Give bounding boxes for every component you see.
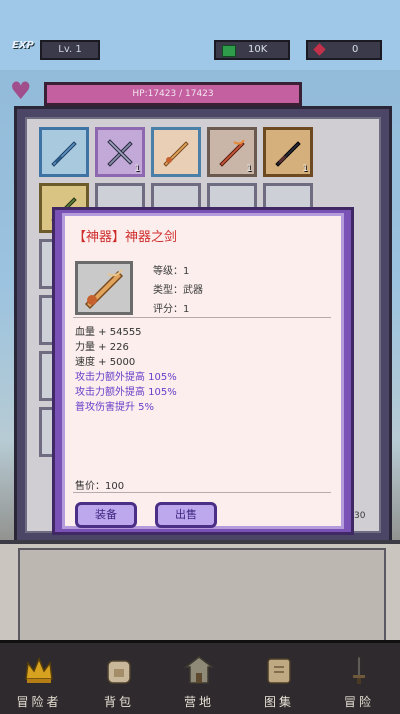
gem-display: 0 [306,40,382,60]
bottom-shelf [0,540,400,644]
hp-bar: HP:17423 / 17423 [44,82,302,106]
inventory-slot[interactable]: 1 [263,127,313,177]
crown-icon [25,657,53,683]
nav-label: 冒险者 [16,695,62,709]
item-title: 【神器】神器之剑 [73,230,178,245]
dark-sword-icon [275,141,301,167]
slot-count: 1 [134,164,140,174]
slot-count: 1 [246,164,252,174]
attribute-hp: 血量 + 54555 [75,327,142,338]
attribute-strength: 力量 + 226 [75,342,129,353]
artifact-sword-icon [163,141,189,167]
inventory-slot[interactable] [39,127,89,177]
item-type: 类型：武器 [153,285,203,296]
sword-icon [353,656,365,684]
sell-button[interactable]: 出售 [155,502,217,528]
ruby-icon [313,43,326,56]
money-value: 10K [248,44,268,55]
inventory-slot-selected[interactable] [151,127,201,177]
item-score: 评分：1 [153,304,190,315]
item-level: 等级：1 [153,266,190,277]
capacity-count: 30 [354,511,366,521]
exp-label: EXP [12,40,34,51]
level-display: Lv. 1 [40,40,100,60]
special-attribute: 普攻伤害提升 5% [75,402,155,413]
nav-camp[interactable]: 营地 [160,643,238,714]
bottom-nav: 冒险者 背包 营地 图集 冒险 [0,640,400,714]
book-icon [267,658,291,684]
backpack-icon [107,660,131,684]
equip-button[interactable]: 装备 [75,502,137,528]
item-detail-dialog: 【神器】神器之剑 等级：1 类型：武器 评分：1 血量 + 54555 力量 +… [62,213,344,529]
special-attribute: 攻击力额外提高 105% [75,387,177,398]
nav-atlas[interactable]: 图集 [240,643,318,714]
divider [73,317,331,318]
nav-label: 图集 [263,695,294,709]
shelf-area [18,548,386,644]
dual-swords-icon [107,139,133,167]
artifact-sword-icon [84,269,124,310]
sell-price: 售价：100 [75,481,125,492]
nav-label: 营地 [183,695,214,709]
inventory-slot[interactable]: 1 [207,127,257,177]
item-preview [75,261,133,315]
nav-label: 冒险 [343,695,374,709]
money-display: 10K [214,40,290,60]
nav-adventurer[interactable]: 冒险者 [0,643,78,714]
camp-icon [183,656,215,684]
nav-backpack[interactable]: 背包 [80,643,158,714]
slot-count: 1 [302,164,308,174]
attribute-speed: 速度 + 5000 [75,357,136,368]
special-attribute: 攻击力额外提高 105% [75,372,177,383]
divider [73,492,331,493]
heart-icon: ♥ [10,77,32,105]
inventory-slot[interactable]: 1 [95,127,145,177]
cash-icon [222,45,236,57]
gem-value: 0 [352,44,359,55]
ice-sword-icon [51,141,77,167]
flame-sword-icon [219,139,245,167]
nav-adventure[interactable]: 冒险 [320,643,398,714]
nav-label: 背包 [103,695,134,709]
top-bar: EXP Lv. 1 10K 0 [0,0,400,70]
